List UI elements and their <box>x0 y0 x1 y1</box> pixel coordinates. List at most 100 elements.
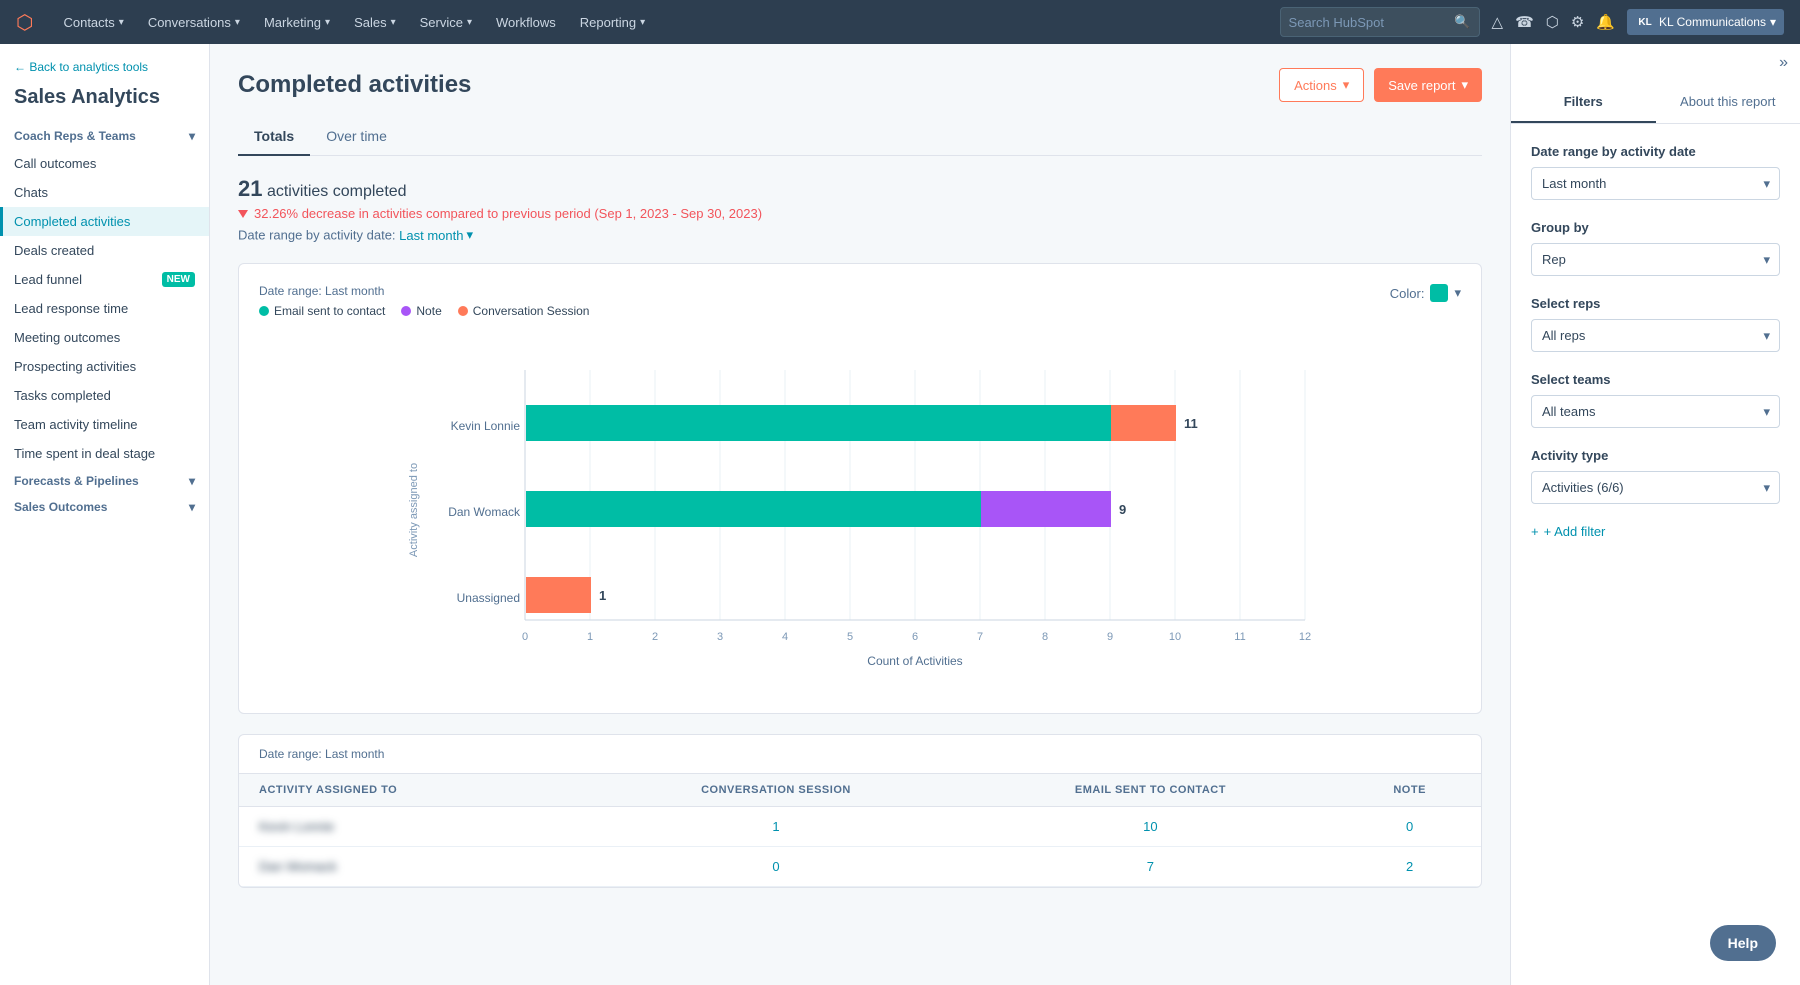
legend-conv: Conversation Session <box>458 304 590 318</box>
tab-totals[interactable]: Totals <box>238 118 310 156</box>
group-by-select-wrapper: Rep <box>1531 243 1780 276</box>
user-menu[interactable]: KL KL Communications ▾ <box>1627 9 1784 35</box>
sidebar-item-team-activity[interactable]: Team activity timeline <box>0 410 209 439</box>
sidebar-item-lead-funnel[interactable]: Lead funnel NEW <box>0 265 209 294</box>
panel-tab-filters[interactable]: Filters <box>1511 82 1656 123</box>
table-header-row: Activity assigned to Conversation Sessio… <box>239 774 1481 807</box>
nav-service[interactable]: Service ▾ <box>410 0 482 44</box>
nav-contacts[interactable]: Contacts ▾ <box>53 0 133 44</box>
activity-select[interactable]: Activities (6/6) <box>1531 471 1780 504</box>
sidebar-item-meeting-outcomes[interactable]: Meeting outcomes <box>0 323 209 352</box>
filter-date-label: Date range by activity date <box>1531 144 1780 159</box>
save-report-button[interactable]: Save report ▾ <box>1374 68 1482 102</box>
svg-text:1: 1 <box>587 631 593 643</box>
panel-body: Date range by activity date Last month G… <box>1511 124 1800 559</box>
chart-left: Date range: Last month Email sent to con… <box>259 284 589 318</box>
main-content: Completed activities Actions ▾ Save repo… <box>210 44 1510 985</box>
sidebar: ← Back to analytics tools Sales Analytic… <box>0 44 210 985</box>
upgrade-icon[interactable]: △ <box>1492 13 1504 31</box>
sidebar-item-call-outcomes[interactable]: Call outcomes <box>0 149 209 178</box>
sidebar-item-prospecting[interactable]: Prospecting activities <box>0 352 209 381</box>
svg-text:2: 2 <box>652 631 658 643</box>
call-icon[interactable]: ☎ <box>1515 13 1534 31</box>
sidebar-item-deals-created[interactable]: Deals created <box>0 236 209 265</box>
chart-header: Date range: Last month Email sent to con… <box>259 284 1461 318</box>
email-dot <box>259 306 269 316</box>
help-button[interactable]: Help <box>1710 925 1776 961</box>
chart-card: Date range: Last month Email sent to con… <box>238 263 1482 714</box>
svg-text:9: 9 <box>1107 631 1113 643</box>
svg-text:Dan Womack: Dan Womack <box>448 505 521 519</box>
chart-legend: Email sent to contact Note Conversation … <box>259 304 589 318</box>
sidebar-title: Sales Analytics <box>0 82 209 123</box>
activity-select-wrapper: Activities (6/6) <box>1531 471 1780 504</box>
panel-collapse-button[interactable]: » <box>1511 44 1800 82</box>
sidebar-item-chats[interactable]: Chats <box>0 178 209 207</box>
nav-conversations[interactable]: Conversations ▾ <box>138 0 250 44</box>
page-title: Completed activities <box>238 71 471 99</box>
search-input[interactable] <box>1289 15 1455 30</box>
panel-tabs: Filters About this report <box>1511 82 1800 124</box>
add-filter-button[interactable]: + + Add filter <box>1531 524 1780 539</box>
svg-text:0: 0 <box>522 631 528 643</box>
svg-text:8: 8 <box>1042 631 1048 643</box>
marketplace-icon[interactable]: ⬡ <box>1546 13 1559 31</box>
row-1-conv: 1 <box>589 807 962 847</box>
search-box[interactable]: 🔍 <box>1280 7 1480 37</box>
date-range-label: Date range by activity date: Last month … <box>238 227 1482 243</box>
svg-text:9: 9 <box>1119 502 1126 517</box>
nav-workflows[interactable]: Workflows <box>486 0 566 44</box>
svg-text:Kevin Lonnie: Kevin Lonnie <box>451 419 521 433</box>
settings-icon[interactable]: ⚙ <box>1571 13 1584 31</box>
filter-activity-label: Activity type <box>1531 448 1780 463</box>
stats-change: 32.26% decrease in activities compared t… <box>238 206 1482 221</box>
svg-text:6: 6 <box>912 631 918 643</box>
svg-text:1: 1 <box>599 588 606 603</box>
nav-sales[interactable]: Sales ▾ <box>344 0 406 44</box>
svg-text:7: 7 <box>977 631 983 643</box>
hubspot-logo[interactable]: ⬡ <box>16 10 33 35</box>
row-1-name: Kevin Lonnie <box>239 807 589 847</box>
sidebar-item-lead-response[interactable]: Lead response time <box>0 294 209 323</box>
user-avatar: KL <box>1635 12 1655 32</box>
sidebar-item-time-spent[interactable]: Time spent in deal stage <box>0 439 209 468</box>
row-2-conv: 0 <box>589 847 962 887</box>
nav-marketing[interactable]: Marketing ▾ <box>254 0 340 44</box>
filter-group-by: Group by Rep <box>1531 220 1780 276</box>
header-actions: Actions ▾ Save report ▾ <box>1279 68 1482 102</box>
notifications-icon[interactable]: 🔔 <box>1596 13 1615 31</box>
collapse-arrows-icon: » <box>1779 54 1788 72</box>
bar-chart-svg: Activity assigned to <box>269 350 1441 670</box>
svg-text:4: 4 <box>782 631 788 643</box>
table-row: Dan Womack 0 7 2 <box>239 847 1481 887</box>
svg-text:3: 3 <box>717 631 723 643</box>
sidebar-section-coach[interactable]: Coach Reps & Teams ▾ <box>0 123 209 149</box>
sidebar-section-forecasts[interactable]: Forecasts & Pipelines ▾ <box>0 468 209 494</box>
tab-over-time[interactable]: Over time <box>310 118 403 156</box>
table-row: Kevin Lonnie 1 10 0 <box>239 807 1481 847</box>
right-panel: » Filters About this report Date range b… <box>1510 44 1800 985</box>
new-badge: NEW <box>162 272 195 287</box>
svg-text:Count of Activities: Count of Activities <box>867 654 962 668</box>
sidebar-item-completed-activities[interactable]: Completed activities <box>0 207 209 236</box>
nav-reporting[interactable]: Reporting ▾ <box>570 0 655 44</box>
col-email: Email sent to contact <box>963 774 1339 807</box>
color-picker[interactable]: Color: ▾ <box>1390 284 1461 302</box>
date-range-select[interactable]: Last month <box>1531 167 1780 200</box>
sidebar-section-outcomes[interactable]: Sales Outcomes ▾ <box>0 494 209 520</box>
row-1-note: 0 <box>1338 807 1481 847</box>
teams-select[interactable]: All teams <box>1531 395 1780 428</box>
sidebar-item-tasks-completed[interactable]: Tasks completed <box>0 381 209 410</box>
panel-tab-about[interactable]: About this report <box>1656 82 1800 123</box>
date-range-link[interactable]: Last month ▾ <box>399 227 473 243</box>
actions-button[interactable]: Actions ▾ <box>1279 68 1364 102</box>
filter-teams-label: Select teams <box>1531 372 1780 387</box>
col-assigned-to: Activity assigned to <box>239 774 589 807</box>
col-conv-session: Conversation Session <box>589 774 962 807</box>
back-to-analytics[interactable]: ← Back to analytics tools <box>0 44 209 82</box>
legend-note: Note <box>401 304 441 318</box>
nav-right: 🔍 △ ☎ ⬡ ⚙ 🔔 KL KL Communications ▾ <box>1280 7 1784 37</box>
reps-select[interactable]: All reps <box>1531 319 1780 352</box>
group-by-select[interactable]: Rep <box>1531 243 1780 276</box>
color-swatch <box>1430 284 1448 302</box>
